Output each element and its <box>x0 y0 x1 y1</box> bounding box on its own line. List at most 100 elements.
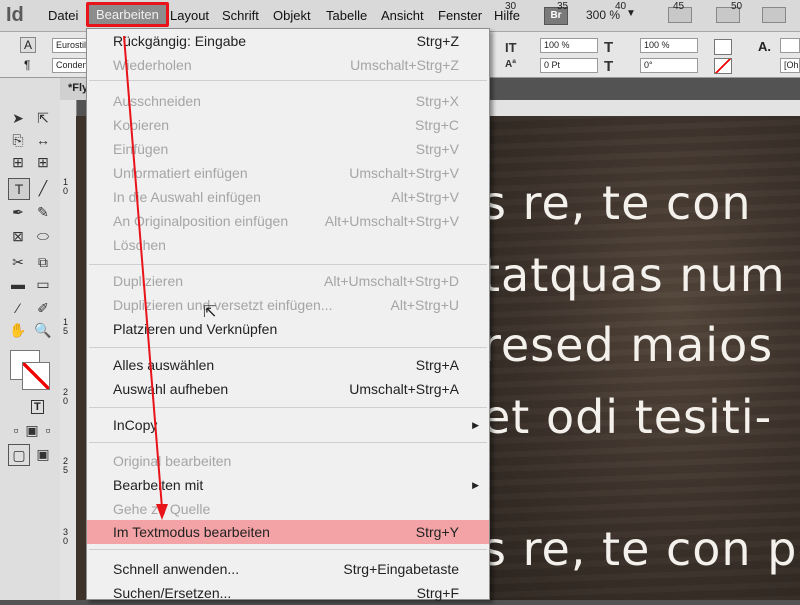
menu-item-label: Auswahl aufheben <box>113 381 229 397</box>
menu-item-find-replace[interactable]: Suchen/Ersetzen... Strg+F <box>87 581 489 605</box>
screen-mode-preview-icon[interactable]: ▣ <box>33 444 53 464</box>
fill-swatch[interactable] <box>714 39 732 55</box>
ellipse-tool-icon[interactable]: ⬭ <box>33 226 53 246</box>
menu-item-label: Platzieren und Verknüpfen <box>113 321 278 337</box>
arrange-documents-icon[interactable] <box>762 7 786 23</box>
ruler-label: 3 0 <box>63 527 69 546</box>
document-text-line[interactable]: tatquas num <box>482 248 786 302</box>
stroke-swatch[interactable] <box>714 58 732 74</box>
ruler-label: 1 0 <box>63 177 69 196</box>
rectangle-frame-tool-icon[interactable]: ⊠ <box>8 226 28 246</box>
menu-item-go-to-source[interactable]: Gehe zu Quelle <box>87 497 489 521</box>
menu-ansicht[interactable]: Ansicht <box>381 8 424 23</box>
app-logo: Id <box>6 4 24 26</box>
document-text-line[interactable]: s re, te con pe <box>482 522 800 576</box>
menu-item-shortcut: Strg+A <box>415 357 459 373</box>
menu-item-copy[interactable]: Kopieren Strg+C <box>87 113 489 137</box>
baseline-shift-icon: Aª <box>505 59 516 70</box>
font-style-field[interactable]: Conden <box>52 58 90 73</box>
hand-tool-icon[interactable]: ✋ <box>8 320 28 340</box>
stroke-color-swatch[interactable] <box>22 362 50 390</box>
character-style-icon: A. <box>758 39 771 54</box>
skew-field[interactable]: 0° <box>640 58 698 73</box>
line-tool-icon[interactable]: ╱ <box>33 178 53 198</box>
menu-schrift[interactable]: Schrift <box>222 8 259 23</box>
menu-bearbeiten[interactable]: Bearbeiten <box>86 2 169 27</box>
font-family-field[interactable]: Eurostil <box>52 38 90 53</box>
ruler-label: 2 5 <box>63 456 69 475</box>
scissors-tool-icon[interactable]: ✂ <box>8 252 28 272</box>
menu-separator <box>89 549 487 550</box>
ruler-label: 40 <box>615 1 627 12</box>
ruler-label: 2 0 <box>63 387 69 406</box>
menu-item-shortcut: Umschalt+Strg+Z <box>350 57 459 73</box>
menu-item-label: Ausschneiden <box>113 93 201 109</box>
menu-item-duplicate[interactable]: Duplizieren Alt+Umschalt+Strg+D <box>87 269 489 293</box>
selection-tool-icon[interactable]: ➤ <box>8 108 28 128</box>
edit-menu-dropdown: Rückgängig: Eingabe Strg+Z Wiederholen U… <box>86 28 490 601</box>
character-mode-icon[interactable]: A <box>20 37 37 53</box>
menu-item-edit-with[interactable]: Bearbeiten mit ▶ <box>87 473 489 497</box>
pen-tool-icon[interactable]: ✒ <box>8 202 28 222</box>
gradient-feather-tool-icon[interactable]: ▭ <box>33 274 53 294</box>
menu-layout[interactable]: Layout <box>170 8 209 23</box>
menu-item-paste-into[interactable]: In die Auswahl einfügen Alt+Strg+V <box>87 185 489 209</box>
menu-item-place-and-link[interactable]: Platzieren und Verknüpfen <box>87 317 489 341</box>
menu-item-paste[interactable]: Einfügen Strg+V <box>87 137 489 161</box>
zoom-dropdown-icon[interactable]: ▼ <box>626 8 636 19</box>
gap-tool-icon[interactable]: ↔ <box>33 130 53 150</box>
horizontal-scale-field[interactable]: 100 % <box>640 38 698 53</box>
menu-item-cut[interactable]: Ausschneiden Strg+X <box>87 89 489 113</box>
paragraph-style-field[interactable]: [Ohn <box>780 58 800 73</box>
menu-item-deselect-all[interactable]: Auswahl aufheben Umschalt+Strg+A <box>87 377 489 401</box>
menu-item-edit-in-story-editor[interactable]: Im Textmodus bearbeiten Strg+Y <box>87 520 489 544</box>
document-text-line[interactable]: s re, te con <box>482 176 752 230</box>
menu-item-quick-apply[interactable]: Schnell anwenden... Strg+Eingabetaste <box>87 557 489 581</box>
menu-objekt[interactable]: Objekt <box>273 8 311 23</box>
screen-mode-normal-icon[interactable]: ▢ <box>8 444 30 466</box>
menu-item-label: Duplizieren und versetzt einfügen... <box>113 297 333 313</box>
menu-item-shortcut: Umschalt+Strg+A <box>349 381 459 397</box>
menu-item-redo[interactable]: Wiederholen Umschalt+Strg+Z <box>87 53 489 77</box>
menu-separator <box>89 347 487 348</box>
menu-item-label: Suchen/Ersetzen... <box>113 585 232 601</box>
character-style-field[interactable] <box>780 38 800 53</box>
paragraph-mode-icon[interactable]: ¶ <box>24 58 30 72</box>
menu-datei[interactable]: Datei <box>48 8 78 23</box>
document-text-line[interactable]: resed maios <box>482 318 773 372</box>
menu-item-shortcut: Strg+Z <box>416 33 459 49</box>
menu-item-shortcut: Alt+Strg+U <box>390 297 459 313</box>
vertical-scale-field[interactable]: 100 % <box>540 38 598 53</box>
apply-none-icon[interactable]: ▫ <box>38 420 58 440</box>
baseline-shift-field[interactable]: 0 Pt <box>540 58 598 73</box>
content-placer-icon[interactable]: ⊞ <box>33 152 53 172</box>
zoom-tool-icon[interactable]: 🔍 <box>33 320 53 340</box>
formatting-affects-text-icon[interactable]: T <box>31 400 44 414</box>
mouse-cursor-icon: ⇱ <box>203 304 217 321</box>
page-tool-icon[interactable]: ⎘ <box>8 130 28 150</box>
menu-item-incopy[interactable]: InCopy ▶ <box>87 413 489 437</box>
menu-item-paste-unformatted[interactable]: Unformatiert einfügen Umschalt+Strg+V <box>87 161 489 185</box>
menu-item-edit-original[interactable]: Original bearbeiten <box>87 449 489 473</box>
menu-item-label: Einfügen <box>113 141 169 157</box>
menu-item-step-and-repeat[interactable]: Duplizieren und versetzt einfügen... Alt… <box>87 293 489 317</box>
menu-item-label: Original bearbeiten <box>113 453 232 469</box>
menu-tabelle[interactable]: Tabelle <box>326 8 367 23</box>
free-transform-tool-icon[interactable]: ⧉ <box>33 252 53 272</box>
menu-item-label: Rückgängig: Eingabe <box>113 33 247 49</box>
content-collector-icon[interactable]: ⊞ <box>8 152 28 172</box>
type-tool-icon[interactable]: T <box>8 178 30 200</box>
menu-item-select-all[interactable]: Alles auswählen Strg+A <box>87 353 489 377</box>
gradient-tool-icon[interactable]: ▬ <box>8 274 28 294</box>
eyedropper-tool-icon[interactable]: ⁄ <box>8 298 28 318</box>
menu-item-shortcut: Alt+Umschalt+Strg+D <box>324 273 459 289</box>
menu-item-label: Unformatiert einfügen <box>113 165 248 181</box>
menu-item-paste-in-place[interactable]: An Originalposition einfügen Alt+Umschal… <box>87 209 489 233</box>
menu-item-undo[interactable]: Rückgängig: Eingabe Strg+Z <box>87 29 489 53</box>
pencil-tool-icon[interactable]: ✎ <box>33 202 53 222</box>
direct-selection-tool-icon[interactable]: ⇱ <box>33 108 53 128</box>
menu-item-delete[interactable]: Löschen <box>87 233 489 257</box>
menu-fenster[interactable]: Fenster <box>438 8 482 23</box>
note-tool-icon[interactable]: ✐ <box>33 298 53 318</box>
document-text-line[interactable]: et odi tesiti- <box>482 390 772 444</box>
